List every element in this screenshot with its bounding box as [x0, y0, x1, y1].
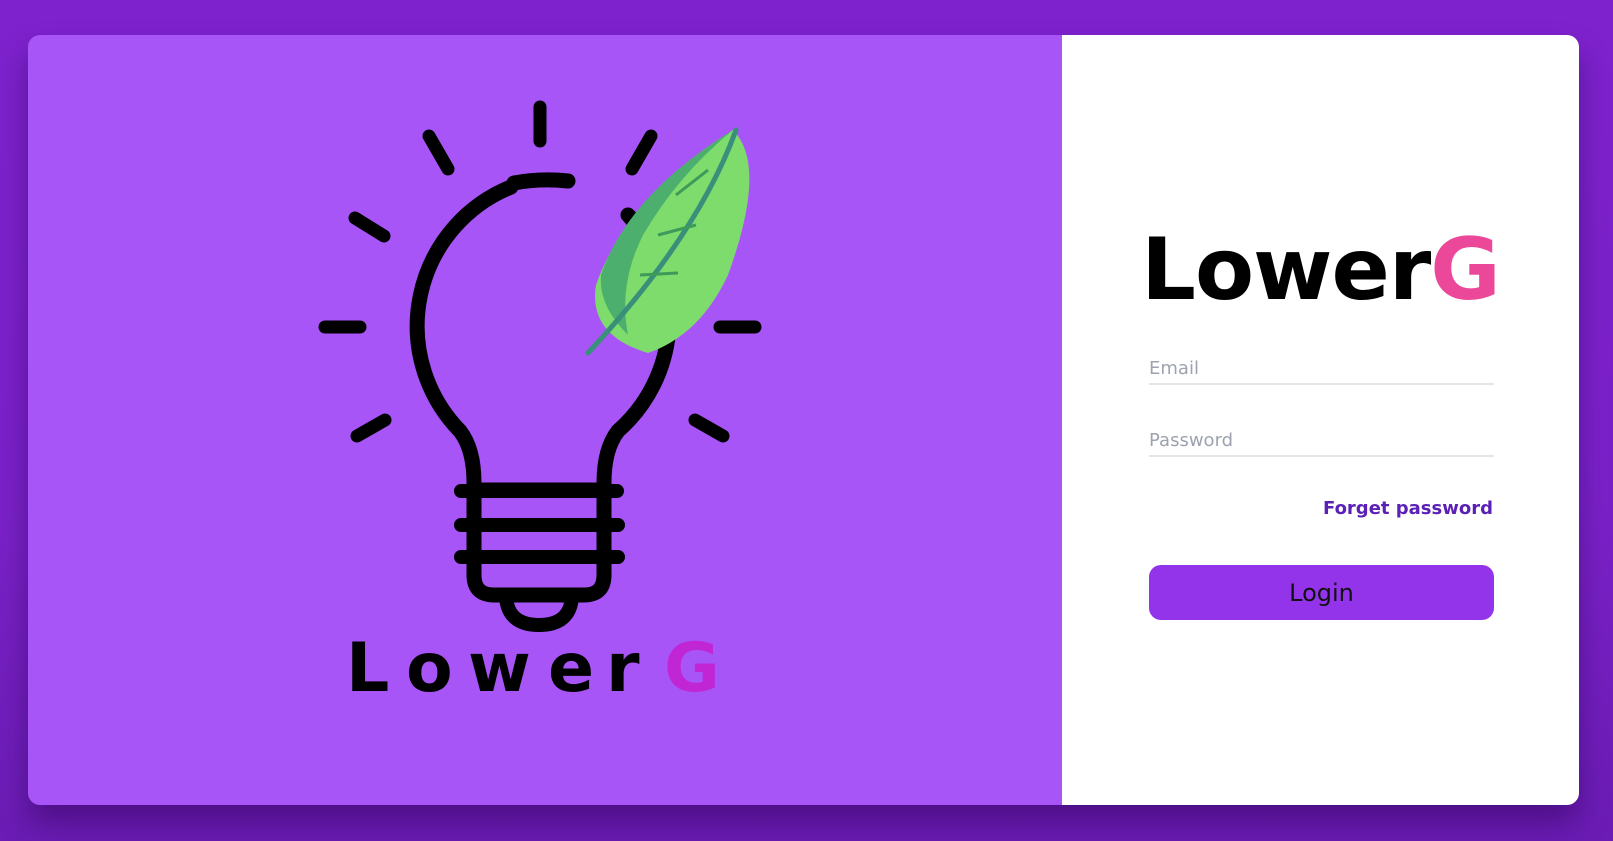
- logo-letter: w: [468, 629, 531, 708]
- password-field[interactable]: [1149, 427, 1494, 457]
- login-button[interactable]: Login: [1149, 565, 1494, 620]
- login-panel: LowerG Forget password Login: [1062, 35, 1579, 805]
- logo-letter: r: [606, 629, 640, 708]
- brand-title: LowerG: [1062, 220, 1579, 320]
- forgot-password-link[interactable]: Forget password: [1323, 498, 1493, 519]
- logo-letter: L: [346, 629, 389, 708]
- logo-letter: o: [406, 629, 453, 708]
- leaf-icon: [585, 127, 750, 356]
- login-card: L o w e r G LowerG Forget password Login: [28, 35, 1579, 805]
- logo-accent-letter: G: [664, 629, 720, 708]
- logo-letter: e: [548, 629, 594, 708]
- brand-title-main: Lower: [1141, 220, 1431, 320]
- logo-illustration: L o w e r G: [318, 100, 762, 708]
- email-field[interactable]: [1149, 355, 1494, 385]
- brand-panel: L o w e r G: [28, 35, 1062, 805]
- brand-title-accent: G: [1430, 220, 1501, 320]
- logo-wordmark: L o w e r G: [346, 629, 720, 708]
